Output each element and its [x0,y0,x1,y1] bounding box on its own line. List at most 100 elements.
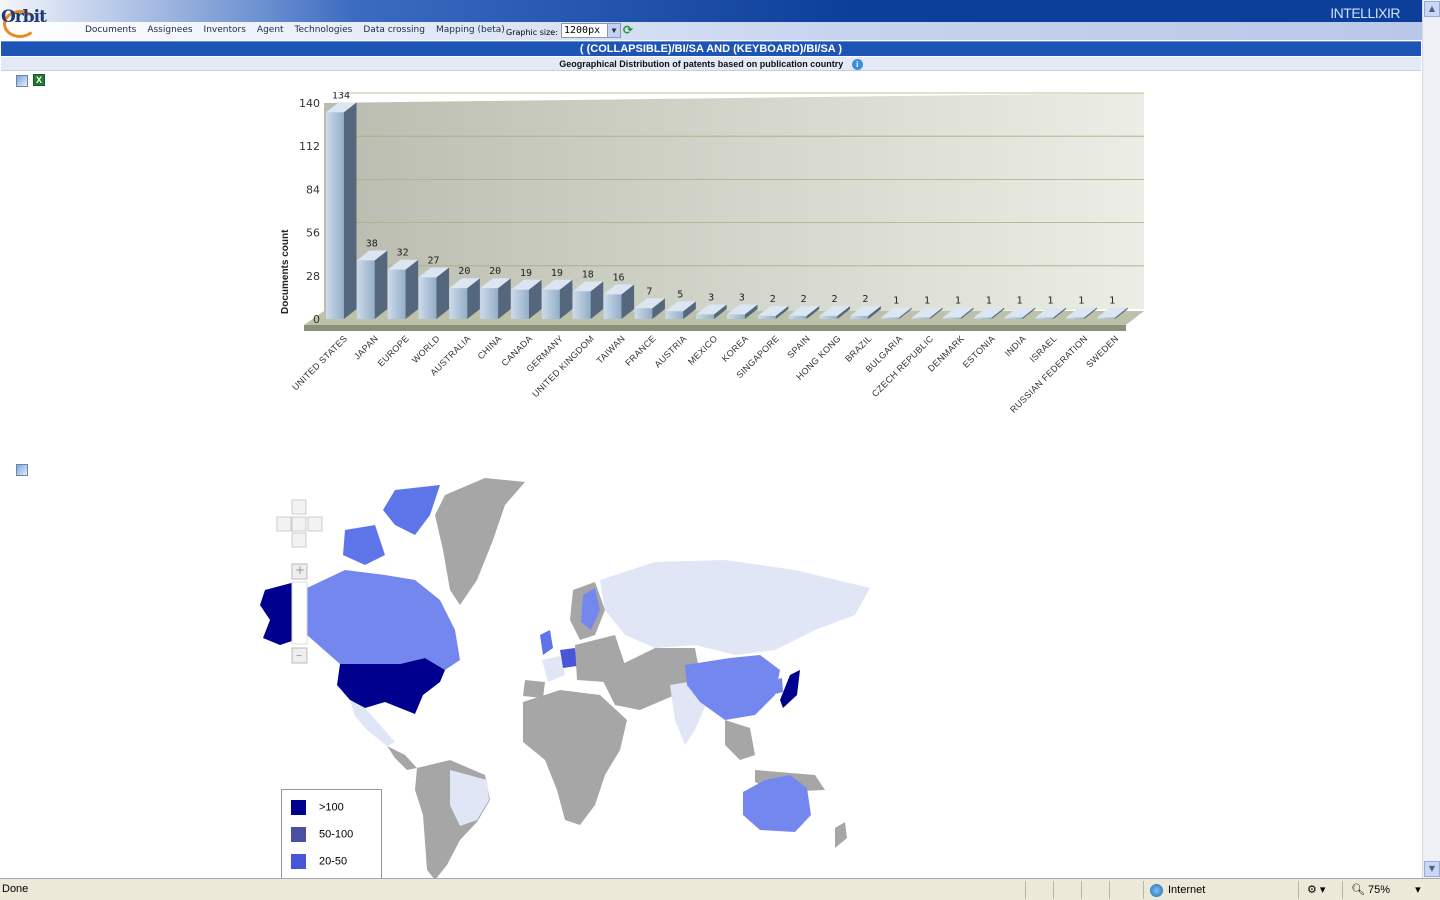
map-uk[interactable] [540,630,553,655]
data-label: 1 [1017,296,1023,307]
legend-item: 20-50 [291,854,347,869]
map-canada[interactable] [307,570,460,670]
graphic-size-label: Graphic size: [506,28,558,37]
pan-down-button[interactable] [291,532,307,548]
nav-inventors[interactable]: Inventors [204,25,246,35]
map-image-export-icon[interactable] [16,464,28,476]
data-label: 19 [551,268,563,279]
map-australia[interactable] [743,775,811,832]
map-japan[interactable] [780,670,800,708]
bar-front [696,314,715,319]
legend-label: >100 [319,801,344,814]
info-icon[interactable]: i [851,59,863,71]
map-new-zealand[interactable] [835,822,847,848]
map-central-america[interactable] [387,746,417,770]
map-korea[interactable] [775,678,783,694]
data-label: 2 [831,294,837,305]
nav-assignees[interactable]: Assignees [147,25,192,35]
map-france[interactable] [542,656,565,682]
status-cell [1025,881,1053,899]
scroll-up-button[interactable]: ▲ [1424,1,1440,17]
nav-data-crossing[interactable]: Data crossing [363,25,425,35]
nav-mapping[interactable]: Mapping (beta) [436,25,505,35]
bar-front [1097,317,1116,319]
legend-swatch [291,827,306,842]
map-mexico[interactable] [350,700,395,746]
bar-front [850,315,869,319]
zoom-icon: 🔍︎ [1351,884,1365,896]
bar-front [757,315,776,319]
chevron-down-icon[interactable]: ▼ [607,24,620,37]
globe-icon [1150,883,1163,897]
map-africa[interactable] [523,690,627,825]
image-export-icon[interactable] [16,75,28,87]
data-label: 2 [801,294,807,305]
zoom-slider[interactable] [291,581,308,645]
category-labels: UNITED STATES JAPANEUROPE WORLDAUSTRALIA CH… [290,333,1120,415]
map-legend: >100 50-100 20-50 [281,789,382,879]
excel-export-icon[interactable]: X [33,74,45,86]
data-label: 7 [646,286,652,297]
pan-up-button[interactable] [291,499,307,515]
data-label: 1 [924,296,930,307]
data-label: 20 [458,266,470,277]
y-tick-label: 84 [306,183,320,196]
bar-side [405,259,419,319]
chevron-down-icon[interactable]: ▾ [1415,884,1421,896]
bar-front [1035,317,1054,319]
data-label: 20 [489,266,501,277]
graphic-size-select[interactable]: 1200px ▼ [561,23,621,38]
data-label: 18 [582,269,594,280]
bar-front [665,311,684,319]
security-cell[interactable]: ⚙ ▾ [1298,881,1342,899]
category-label: CHINA [476,333,504,361]
main-nav: Documents Assignees Inventors Agent Tech… [85,25,516,35]
status-text: Done [2,883,29,895]
nav-documents[interactable]: Documents [85,25,136,35]
chart-subtitle: Geographical Distribution of patents bas… [559,59,844,69]
vertical-scrollbar[interactable]: ▲ ▼ [1422,0,1440,878]
data-label: 16 [613,272,625,283]
legend-label: 20-50 [319,855,348,868]
bar-front [603,294,622,319]
map-russia[interactable] [600,560,870,655]
data-label: 1 [1078,296,1084,307]
zone-cell: Internet [1143,881,1298,899]
data-label: 3 [739,292,745,303]
y-axis-label: Documents count [280,229,291,314]
svg-text:–: – [296,648,302,662]
zoom-cell[interactable]: 🔍︎ 75% ▾ [1342,881,1440,899]
bar-front [480,288,499,319]
legend-item: 50-100 [291,827,353,842]
pan-left-button[interactable] [276,516,292,532]
bar-front [449,288,468,319]
svg-text:+: + [295,563,305,577]
category-label: AUSTRIA [652,333,688,369]
bar-front [973,317,992,319]
y-tick-label: 56 [306,227,320,240]
data-label: 27 [427,255,439,266]
bar-front [881,317,900,319]
status-bar: Done Internet ⚙ ▾ 🔍︎ 75% ▾ [0,878,1440,900]
orbit-logo[interactable]: Orbit [1,4,47,38]
nav-agent[interactable]: Agent [257,25,284,35]
scroll-down-button[interactable]: ▼ [1424,861,1440,877]
data-label: 2 [770,294,776,305]
top-header: Orbit Documents Assignees Inventors Agen… [0,0,1422,40]
refresh-icon[interactable]: ⟳ [623,24,634,37]
pan-home-button[interactable] [291,516,307,532]
pan-right-button[interactable] [307,516,323,532]
map-germany[interactable] [560,648,577,668]
bar-united-states[interactable]: 134 [326,92,357,319]
bar-front [1004,317,1023,319]
data-label: 1 [986,296,992,307]
bar-front [356,260,375,319]
map-greenland[interactable] [435,478,525,605]
bar-front [727,314,745,319]
category-label: EUROPE [376,333,411,368]
nav-technologies[interactable]: Technologies [295,25,353,35]
map-canada-islands[interactable] [343,485,440,565]
zone-label: Internet [1168,884,1206,896]
category-label: ESTONIA [961,333,997,369]
data-label: 1 [1109,296,1115,307]
